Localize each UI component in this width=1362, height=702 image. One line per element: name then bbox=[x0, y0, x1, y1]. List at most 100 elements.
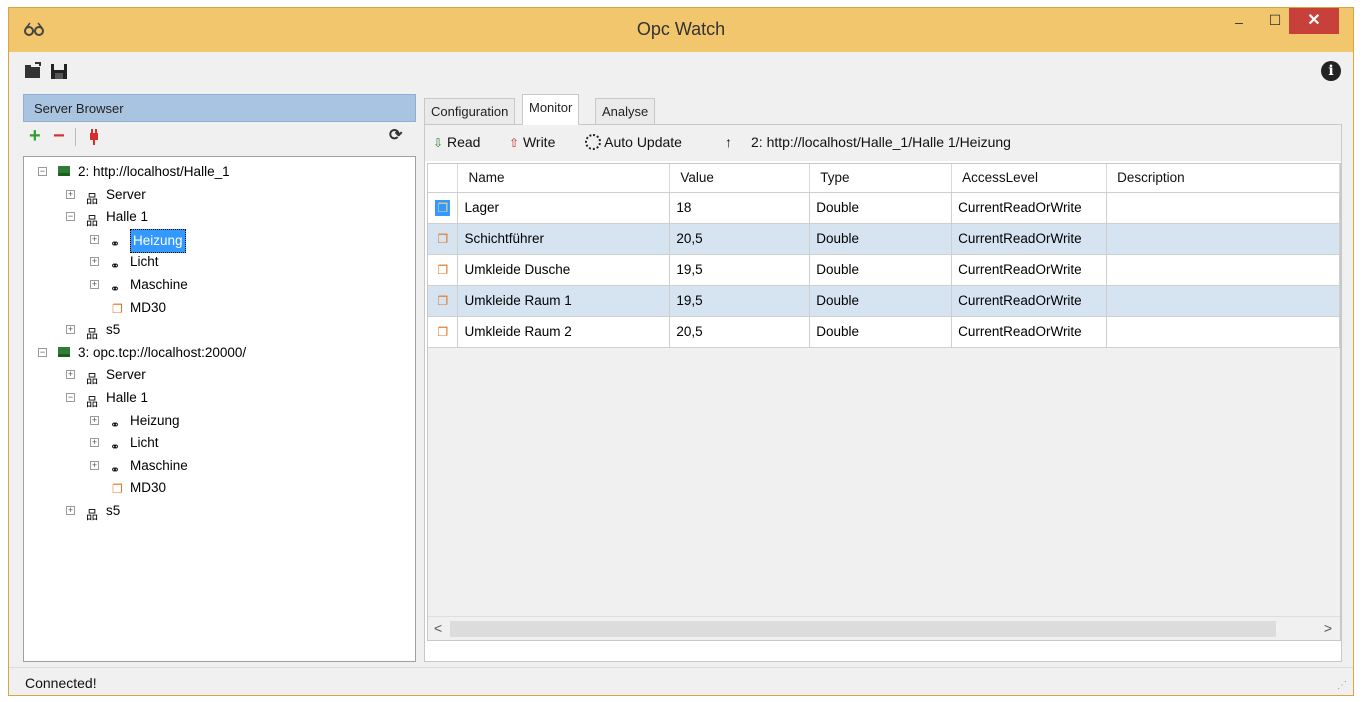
cell-access-level[interactable]: CurrentReadOrWrite bbox=[951, 285, 1108, 317]
cell-name[interactable]: Umkleide Raum 1 bbox=[457, 285, 671, 317]
expand-icon[interactable]: + bbox=[90, 280, 99, 289]
variable-icon: ❐ bbox=[437, 294, 449, 308]
tree-node-label: Licht bbox=[130, 435, 159, 451]
cell-access-level[interactable]: CurrentReadOrWrite bbox=[951, 223, 1108, 255]
table-row[interactable]: ❐ Lager 18 Double CurrentReadOrWrite bbox=[428, 192, 1340, 224]
cell-description[interactable] bbox=[1106, 254, 1340, 286]
expand-icon[interactable]: + bbox=[90, 415, 99, 425]
row-header[interactable]: ❐ bbox=[428, 316, 459, 348]
expand-icon[interactable]: + bbox=[90, 460, 99, 470]
scroll-thumb[interactable] bbox=[450, 621, 1276, 637]
cell-type[interactable]: Double bbox=[809, 316, 953, 348]
tree-node[interactable]: + ⚭ Heizung bbox=[24, 228, 404, 253]
tree-node[interactable]: + 品 s5 bbox=[24, 319, 404, 341]
cell-name[interactable]: Umkleide Raum 2 bbox=[457, 316, 671, 348]
cell-type[interactable]: Double bbox=[809, 254, 953, 286]
expand-icon[interactable]: + bbox=[66, 189, 75, 199]
collapse-icon[interactable]: − bbox=[38, 347, 47, 357]
minimize-button[interactable]: – bbox=[1221, 14, 1257, 44]
main-pane: Configuration Monitor Analyse ⇩ Read ⇧ W… bbox=[424, 94, 1342, 662]
col-access-level[interactable]: AccessLevel bbox=[951, 164, 1108, 193]
cell-name[interactable]: Umkleide Dusche bbox=[457, 254, 671, 286]
server-tree[interactable]: −2: http://localhost/Halle_1 + 品 Server − 品 Ha… bbox=[23, 156, 416, 662]
cell-access-level[interactable]: CurrentReadOrWrite bbox=[951, 254, 1108, 286]
add-server-icon[interactable]: + bbox=[29, 126, 41, 146]
tab-monitor[interactable]: Monitor bbox=[522, 94, 580, 125]
cell-access-level[interactable]: CurrentReadOrWrite bbox=[951, 316, 1108, 348]
expand-icon[interactable]: + bbox=[66, 325, 75, 335]
tree-node[interactable]: − 3: opc.tcp://localhost:20000/ bbox=[24, 342, 404, 364]
tree-node[interactable]: − 品 Halle 1 bbox=[24, 387, 404, 409]
server-browser-toolbar: + − ⟳ bbox=[23, 122, 416, 152]
cell-type[interactable]: Double bbox=[809, 223, 953, 255]
cell-access-level[interactable]: CurrentReadOrWrite bbox=[951, 192, 1108, 224]
expand-icon[interactable]: + bbox=[66, 506, 75, 515]
tree-node[interactable]: − 2: http://localhost/Halle_1 bbox=[24, 161, 404, 183]
table-row[interactable]: ❐ Umkleide Raum 1 19,5 Double CurrentReadOrW… bbox=[428, 285, 1340, 317]
tree-node[interactable]: + 品 s5 bbox=[24, 500, 404, 522]
cell-description[interactable] bbox=[1106, 285, 1340, 317]
scroll-right-icon[interactable]: > bbox=[1324, 620, 1332, 636]
close-button[interactable]: ✕ bbox=[1289, 8, 1339, 34]
remove-server-icon[interactable]: − bbox=[53, 126, 65, 146]
tree-node[interactable]: − 品 Halle 1 bbox=[24, 206, 404, 228]
cell-type[interactable]: Double bbox=[809, 285, 953, 317]
info-icon[interactable]: i bbox=[1321, 61, 1341, 81]
read-button[interactable]: ⇩ Read bbox=[433, 134, 480, 150]
row-header[interactable]: ❐ bbox=[428, 192, 459, 224]
tree-node[interactable]: + ⚭ Maschine bbox=[24, 455, 404, 477]
collapse-icon[interactable]: − bbox=[66, 393, 75, 402]
expand-icon[interactable]: + bbox=[66, 370, 75, 380]
tab-configuration[interactable]: Configuration bbox=[424, 98, 516, 124]
col-type[interactable]: Type bbox=[809, 164, 953, 193]
plug-icon[interactable] bbox=[87, 128, 101, 146]
tree-node[interactable]: ❐ MD30 bbox=[24, 297, 404, 319]
cell-value[interactable]: 20,5 bbox=[669, 223, 811, 255]
save-disk-icon[interactable] bbox=[49, 61, 69, 81]
cell-value[interactable]: 19,5 bbox=[669, 285, 811, 317]
tree-node[interactable]: + ⚭ Licht bbox=[24, 251, 404, 273]
col-value[interactable]: Value bbox=[669, 164, 811, 193]
table-row[interactable]: ❐ Schichtführer 20,5 Double CurrentReadOrWri… bbox=[428, 223, 1340, 255]
write-icon: ⇧ bbox=[509, 136, 520, 150]
table-row[interactable]: ❐ Umkleide Dusche 19,5 Double CurrentReadOrW… bbox=[428, 254, 1340, 286]
col-description[interactable]: Description bbox=[1106, 164, 1340, 193]
tab-analyse[interactable]: Analyse bbox=[595, 98, 656, 124]
row-header[interactable]: ❐ bbox=[428, 223, 459, 255]
scroll-left-icon[interactable]: < bbox=[434, 620, 442, 636]
cell-value[interactable]: 19,5 bbox=[669, 254, 811, 286]
tree-node[interactable]: + 品 Server bbox=[24, 184, 404, 206]
tree-node-label: Server bbox=[106, 186, 146, 202]
row-header[interactable]: ❐ bbox=[428, 285, 459, 317]
cell-name[interactable]: Lager bbox=[457, 192, 671, 224]
resize-grip-icon[interactable]: ⋰ bbox=[1337, 680, 1347, 691]
col-name[interactable]: Name bbox=[457, 164, 671, 193]
expand-icon[interactable]: + bbox=[90, 234, 99, 244]
cell-name[interactable]: Schichtführer bbox=[457, 223, 671, 255]
refresh-icon[interactable]: ⟳ bbox=[389, 126, 402, 146]
cell-value[interactable]: 20,5 bbox=[669, 316, 811, 348]
server-computer-icon bbox=[58, 166, 70, 176]
auto-update-button[interactable]: Auto Update bbox=[585, 134, 682, 150]
cell-value[interactable]: 18 bbox=[669, 192, 811, 224]
row-header[interactable]: ❐ bbox=[428, 254, 459, 286]
navigate-up-icon[interactable]: ↑ bbox=[725, 134, 732, 150]
tree-node[interactable]: + ⚭ Heizung bbox=[24, 410, 404, 432]
write-button[interactable]: ⇧ Write bbox=[509, 134, 555, 150]
collapse-icon[interactable]: − bbox=[38, 167, 47, 176]
horizontal-scrollbar[interactable]: < > bbox=[428, 616, 1340, 640]
tree-node[interactable]: ❐ MD30 bbox=[24, 477, 404, 499]
open-folder-icon[interactable] bbox=[23, 61, 43, 81]
tree-node[interactable]: + ⚭ Maschine bbox=[24, 274, 404, 296]
cell-type[interactable]: Double bbox=[809, 192, 953, 224]
table-row[interactable]: ❐ Umkleide Raum 2 20,5 Double CurrentReadOrW… bbox=[428, 316, 1340, 348]
cell-description[interactable] bbox=[1106, 192, 1340, 224]
collapse-icon[interactable]: − bbox=[66, 212, 75, 222]
expand-icon[interactable]: + bbox=[90, 257, 99, 267]
maximize-button[interactable]: ☐ bbox=[1257, 12, 1293, 42]
expand-icon[interactable]: + bbox=[90, 438, 99, 448]
cell-description[interactable] bbox=[1106, 223, 1340, 255]
tree-node[interactable]: + 品 Server bbox=[24, 364, 404, 386]
cell-description[interactable] bbox=[1106, 316, 1340, 348]
tree-node[interactable]: + ⚭ Licht bbox=[24, 432, 404, 454]
